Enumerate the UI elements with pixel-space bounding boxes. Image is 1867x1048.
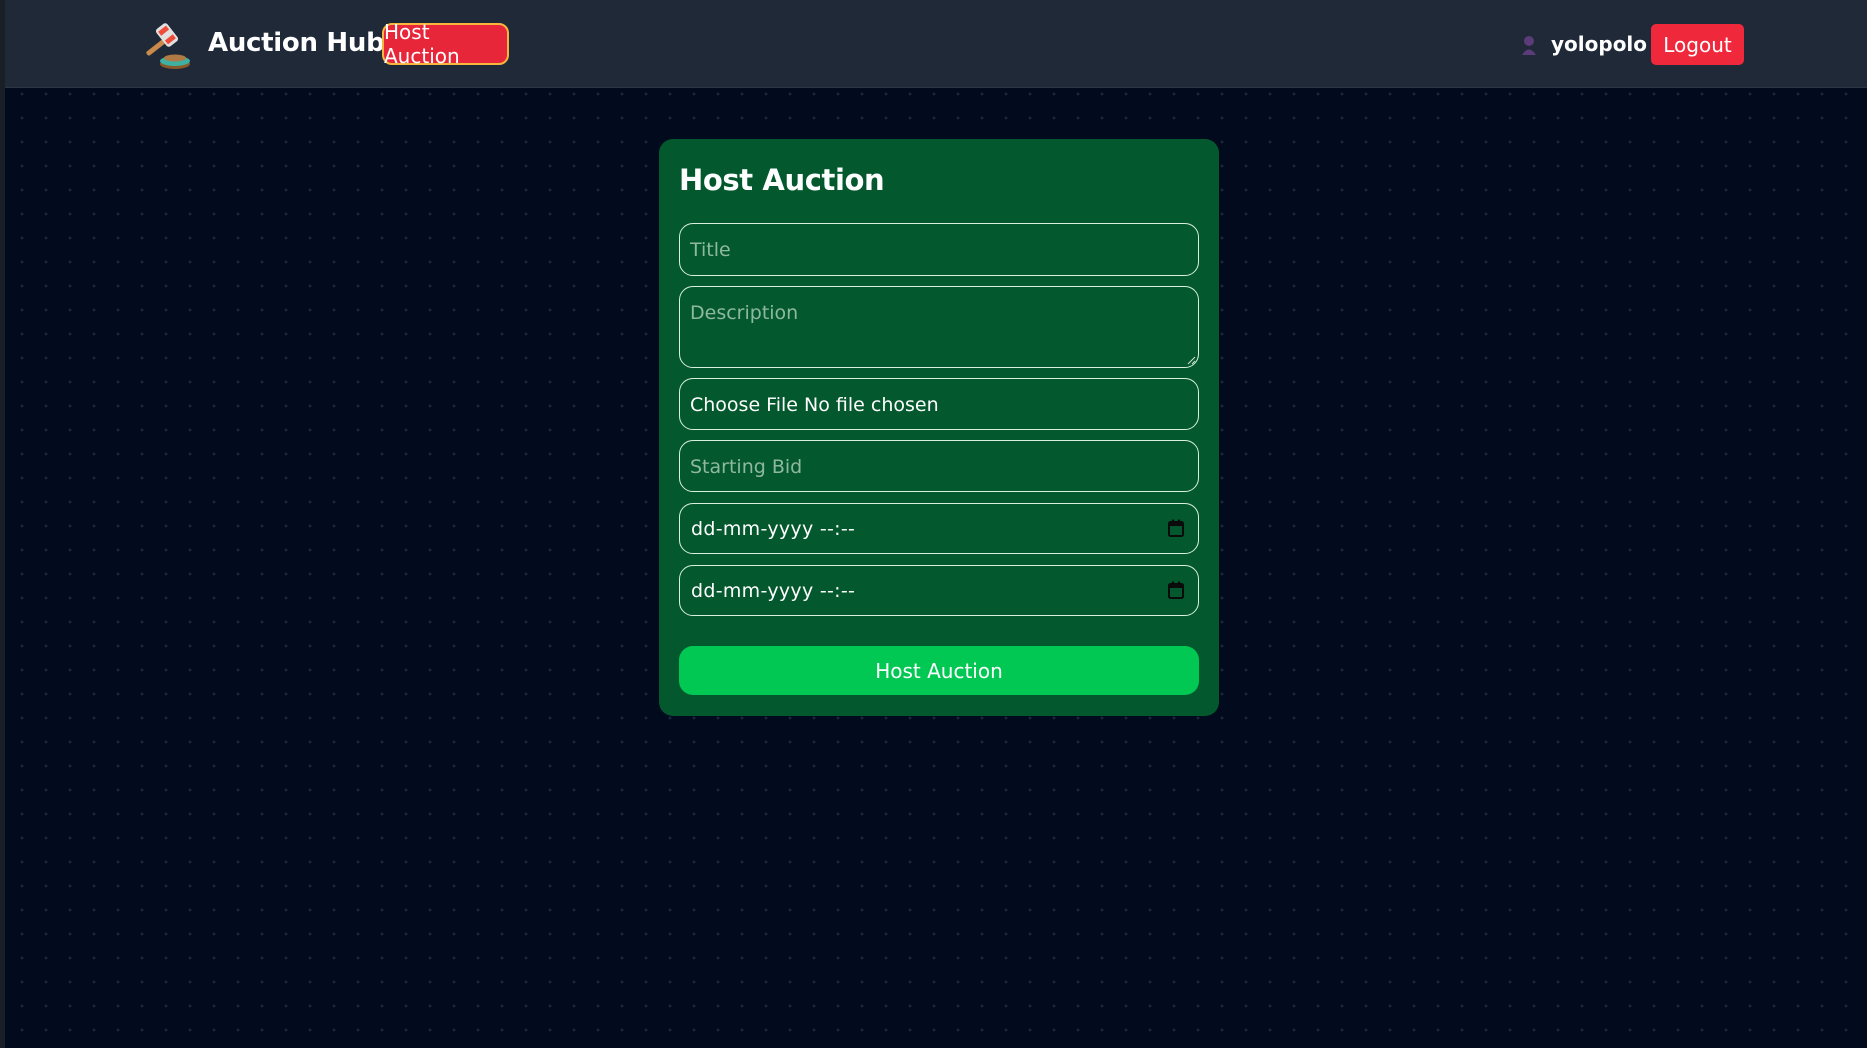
brand-title: Auction Hub xyxy=(208,28,385,58)
end-datetime-value: dd-mm-yyyy --:-- xyxy=(691,580,856,602)
logout-button[interactable]: Logout xyxy=(1651,24,1744,65)
start-datetime-value: dd-mm-yyyy --:-- xyxy=(691,518,856,540)
image-file-input[interactable]: Choose File No file chosen xyxy=(679,378,1199,430)
start-datetime-input[interactable]: dd-mm-yyyy --:-- xyxy=(679,503,1199,554)
calendar-icon[interactable] xyxy=(1168,519,1184,537)
calendar-icon[interactable] xyxy=(1168,581,1184,599)
end-datetime-input[interactable]: dd-mm-yyyy --:-- xyxy=(679,565,1199,616)
resize-handle-icon[interactable] xyxy=(1187,356,1196,365)
description-textarea[interactable]: Description xyxy=(679,286,1199,368)
title-placeholder: Title xyxy=(690,239,731,261)
user-icon xyxy=(1522,36,1536,55)
title-input[interactable]: Title xyxy=(679,223,1199,276)
form-title: Host Auction xyxy=(679,163,885,197)
host-auction-submit-button[interactable]: Host Auction xyxy=(679,646,1199,695)
starting-bid-input[interactable]: Starting Bid xyxy=(679,440,1199,492)
navbar: Auction Hub Host Auction yolopolo Logout xyxy=(5,0,1867,88)
username-label: yolopolo xyxy=(1551,32,1648,56)
window-edge xyxy=(0,0,5,1048)
description-placeholder: Description xyxy=(690,302,799,324)
gavel-icon xyxy=(146,23,190,69)
starting-bid-placeholder: Starting Bid xyxy=(690,456,803,478)
file-input-text: Choose File No file chosen xyxy=(690,394,939,416)
host-auction-form-card: Host Auction Title Description Choose Fi… xyxy=(659,139,1219,716)
host-auction-nav-button[interactable]: Host Auction xyxy=(382,20,509,68)
